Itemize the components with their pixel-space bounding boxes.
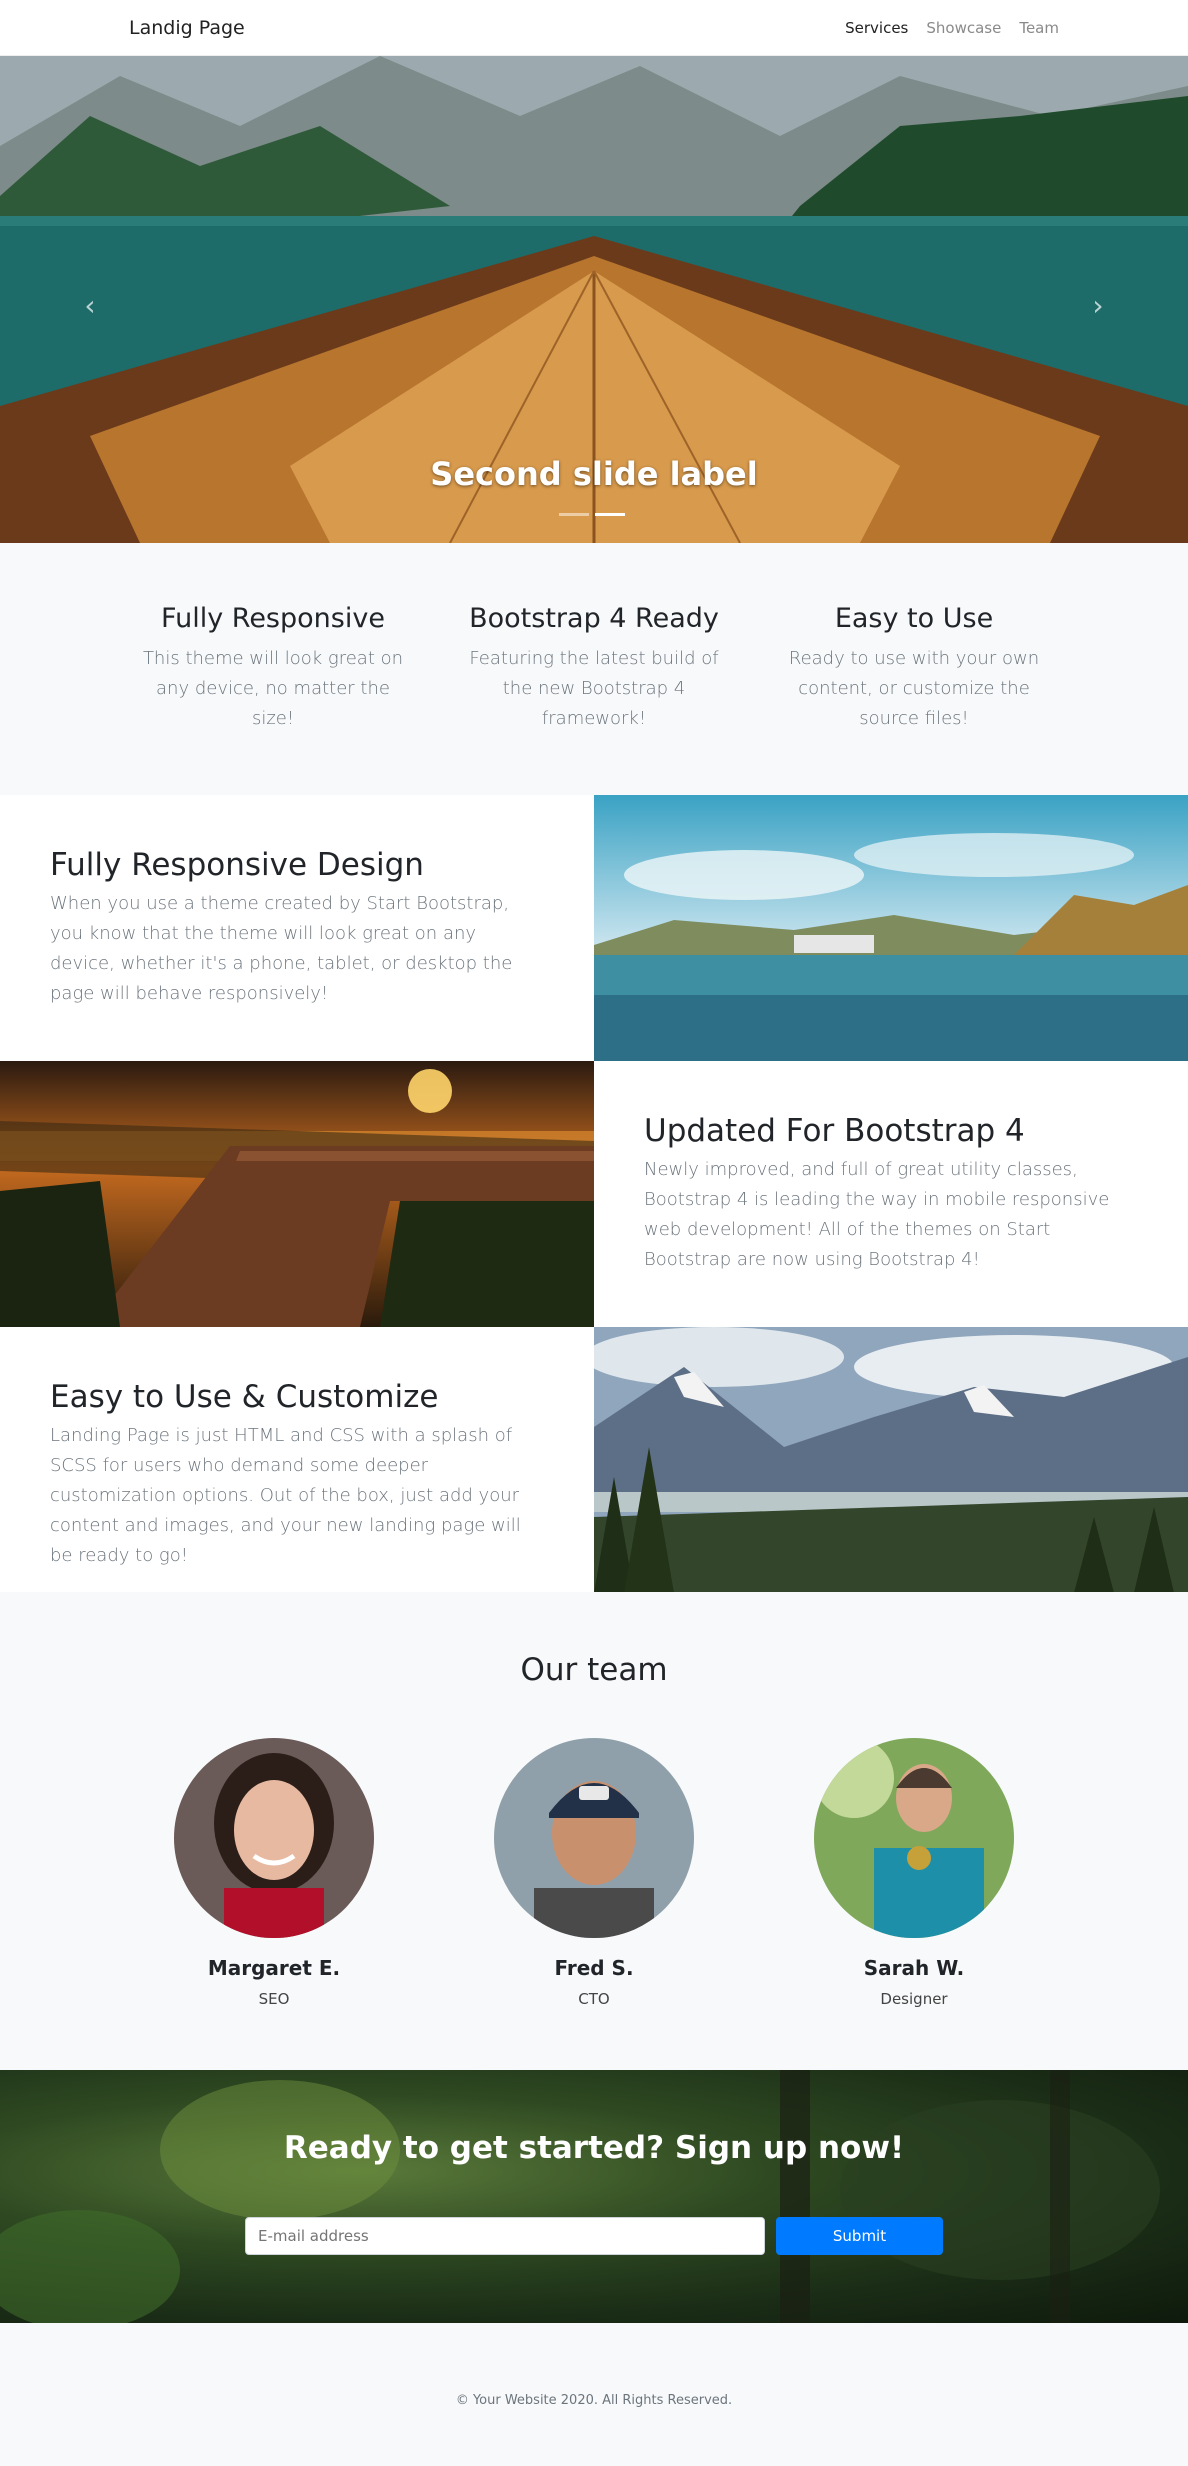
member-role: CTO xyxy=(578,1990,610,2008)
showcase-title: Fully Responsive Design xyxy=(50,847,424,883)
team-title: Our team xyxy=(520,1652,668,1688)
feature-title: Fully Responsive xyxy=(161,603,385,634)
nav-links: Services Showcase Team xyxy=(845,19,1059,37)
showcase-title: Updated For Bootstrap 4 xyxy=(644,1113,1025,1149)
team-member: Sarah W. Designer xyxy=(814,1738,1014,2008)
showcase-description: Newly improved, and full of great utilit… xyxy=(644,1159,1110,1270)
showcase-row: Fully Responsive Design When you use a t… xyxy=(0,795,1188,1061)
showcase-title: Easy to Use & Customize xyxy=(50,1379,439,1415)
footer: © Your Website 2020. All Rights Reserved… xyxy=(0,2323,1188,2466)
member-name: Fred S. xyxy=(554,1956,634,1980)
avatar xyxy=(814,1738,1014,1938)
showcase-description: Landing Page is just HTML and CSS with a… xyxy=(50,1425,521,1566)
feature-text: Ready to use with your own content, or c… xyxy=(788,648,1040,729)
avatar xyxy=(174,1738,374,1938)
showcase-image-lake xyxy=(594,795,1188,1061)
showcase-text: Easy to Use & Customize Landing Page is … xyxy=(0,1327,594,1593)
showcase-row: Easy to Use & Customize Landing Page is … xyxy=(0,1327,1188,1593)
feature-item: Bootstrap 4 Ready Featuring the latest b… xyxy=(454,603,734,734)
carousel-indicator-1[interactable] xyxy=(559,513,589,516)
member-role: Designer xyxy=(880,1990,948,2008)
showcase-row: Updated For Bootstrap 4 Newly improved, … xyxy=(0,1061,1188,1327)
team-member: Fred S. CTO xyxy=(494,1738,694,2008)
cta-section: Ready to get started? Sign up now! Submi… xyxy=(0,2070,1188,2323)
navbar: Landig Page Services Showcase Team xyxy=(0,0,1188,56)
member-name: Sarah W. xyxy=(863,1956,965,1980)
cta-forest-background xyxy=(0,2070,1160,2323)
showcase-image-dock xyxy=(0,1061,594,1327)
email-input[interactable] xyxy=(245,2217,765,2255)
carousel-next-icon[interactable]: › xyxy=(1083,286,1113,326)
feature-item: Fully Responsive This theme will look gr… xyxy=(133,603,413,734)
avatar xyxy=(494,1738,694,1938)
cta-title: Ready to get started? Sign up now! xyxy=(283,2130,905,2166)
carousel-indicator-2[interactable] xyxy=(595,513,625,516)
showcase-text: Fully Responsive Design When you use a t… xyxy=(0,795,594,1061)
submit-button[interactable]: Submit xyxy=(776,2217,943,2255)
nav-link-services[interactable]: Services xyxy=(845,19,908,37)
feature-text: Featuring the latest build of the new Bo… xyxy=(469,648,719,729)
showcase-text: Updated For Bootstrap 4 Newly improved, … xyxy=(594,1061,1188,1327)
member-name: Margaret E. xyxy=(207,1956,341,1980)
team-member: Margaret E. SEO xyxy=(174,1738,374,2008)
showcase-description: When you use a theme created by Start Bo… xyxy=(50,893,513,1004)
hero-carousel: ‹ › Second slide label xyxy=(0,56,1188,543)
feature-item: Easy to Use Ready to use with your own c… xyxy=(774,603,1054,734)
team-section: Our team Margaret E. SEO Fred S. CTO Sar… xyxy=(0,1592,1188,2070)
navbar-brand[interactable]: Landig Page xyxy=(129,17,245,39)
carousel-indicators xyxy=(559,513,625,516)
feature-title: Easy to Use xyxy=(834,603,994,634)
feature-text: This theme will look great on any device… xyxy=(142,648,404,729)
carousel-prev-icon[interactable]: ‹ xyxy=(75,286,105,326)
hero-boat-image xyxy=(0,226,1188,543)
member-role: SEO xyxy=(258,1990,290,2008)
showcase-image-mountains xyxy=(594,1327,1188,1593)
nav-link-team[interactable]: Team xyxy=(1019,19,1059,37)
feature-title: Bootstrap 4 Ready xyxy=(469,603,719,634)
nav-link-showcase[interactable]: Showcase xyxy=(926,19,1001,37)
carousel-caption: Second slide label xyxy=(430,455,758,493)
copyright-text: © Your Website 2020. All Rights Reserved… xyxy=(455,2393,733,2408)
features-section: Fully Responsive This theme will look gr… xyxy=(0,543,1188,795)
